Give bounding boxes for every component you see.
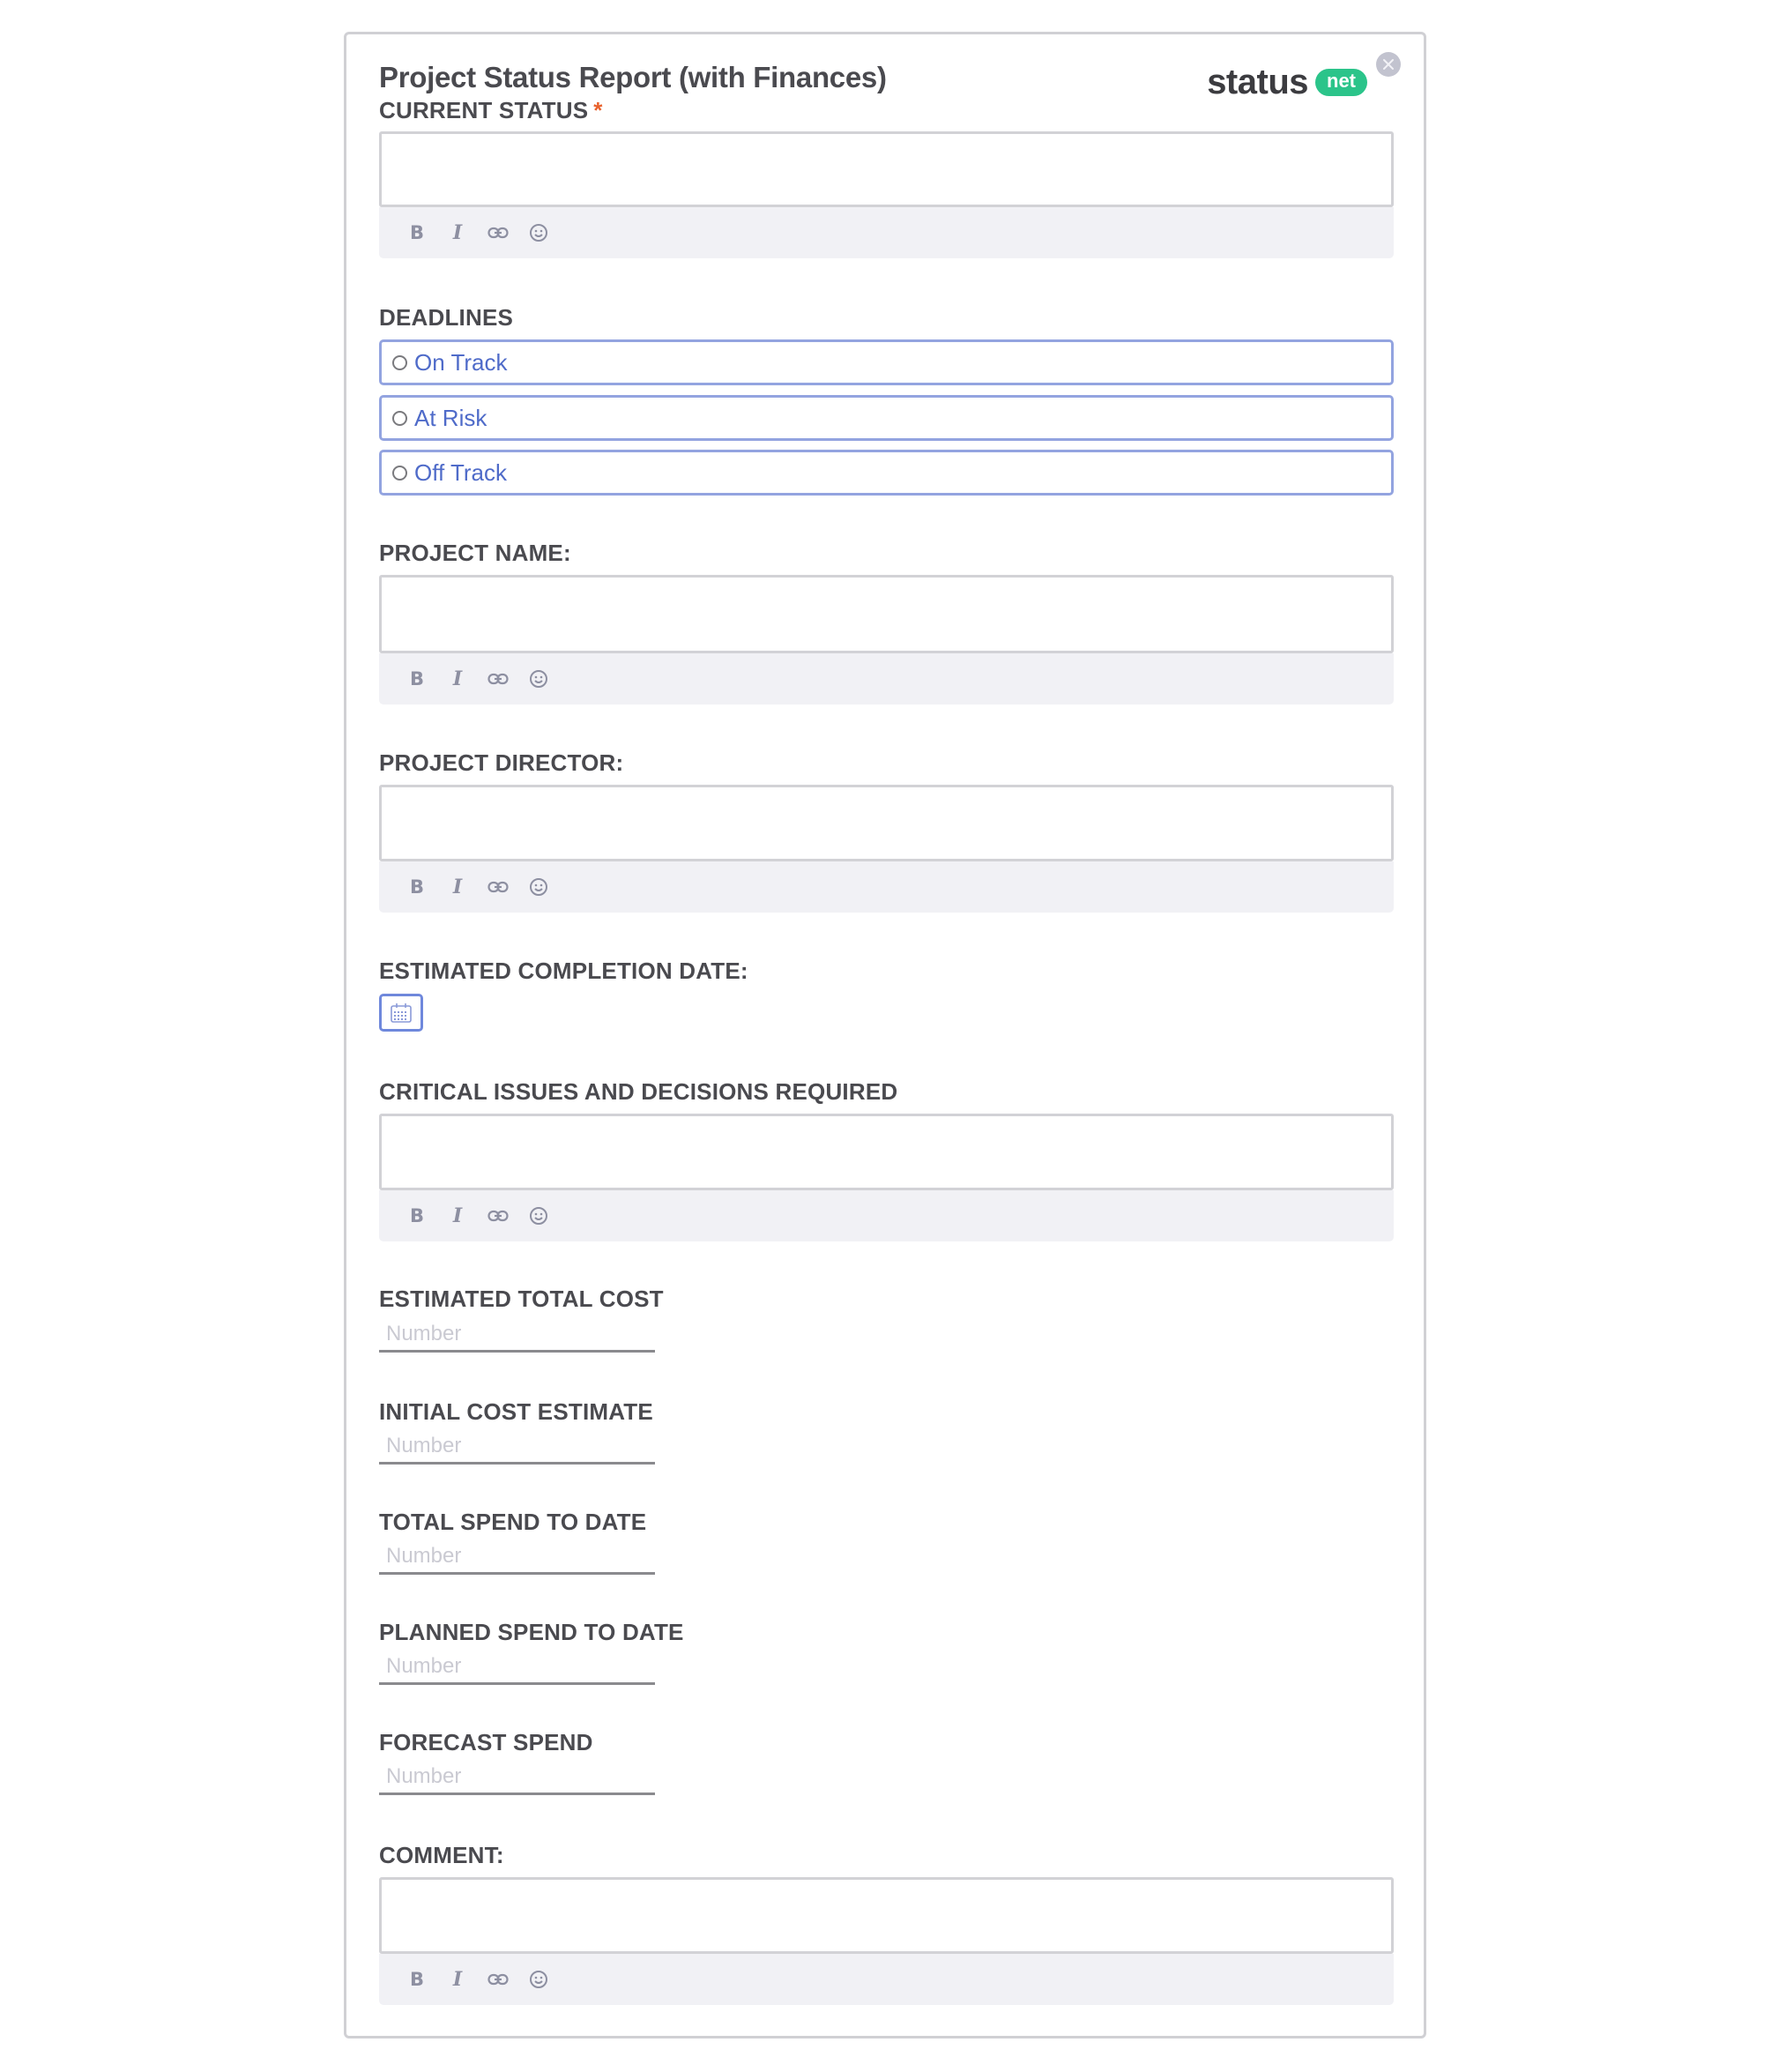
radio-label: At Risk	[414, 404, 487, 431]
link-icon	[487, 881, 509, 893]
radio-circle-icon	[392, 465, 407, 481]
brand-badge: net	[1315, 69, 1367, 96]
link-button[interactable]	[487, 221, 510, 244]
initial-cost-estimate-input[interactable]	[379, 1429, 655, 1465]
radio-circle-icon	[392, 410, 407, 426]
editor-toolbar: B I	[379, 207, 1394, 258]
form-card: Project Status Report (with Finances) st…	[344, 32, 1426, 2038]
total-spend-to-date-label: TOTAL SPEND TO DATE	[379, 1509, 647, 1535]
editor-toolbar: B I	[379, 1190, 1394, 1241]
comment-input[interactable]	[379, 1877, 1394, 1954]
bold-button[interactable]: B	[406, 667, 428, 690]
close-icon	[1383, 59, 1394, 70]
link-icon	[487, 1973, 509, 1986]
radio-on-track[interactable]: On Track	[379, 339, 1394, 385]
bold-button[interactable]: B	[406, 876, 428, 898]
comment-label: COMMENT:	[379, 1842, 504, 1868]
radio-at-risk[interactable]: At Risk	[379, 395, 1394, 441]
radio-circle-icon	[392, 354, 407, 370]
emoji-icon	[530, 1207, 547, 1225]
date-picker-button[interactable]	[379, 994, 423, 1032]
italic-button[interactable]: I	[446, 876, 469, 898]
editor-toolbar: B I	[379, 653, 1394, 704]
project-name-input[interactable]	[379, 575, 1394, 653]
close-button[interactable]	[1376, 52, 1401, 77]
italic-button[interactable]: I	[446, 1968, 469, 1991]
bold-button[interactable]: B	[406, 221, 428, 244]
critical-issues-input[interactable]	[379, 1114, 1394, 1190]
emoji-button[interactable]	[527, 1204, 550, 1227]
radio-label: On Track	[414, 348, 508, 376]
brand-logo: status net	[1207, 63, 1367, 102]
emoji-icon	[530, 224, 547, 242]
brand-word: status	[1207, 63, 1308, 101]
form-title: Project Status Report (with Finances)	[379, 61, 887, 93]
bold-button[interactable]: B	[406, 1204, 428, 1227]
emoji-icon	[530, 878, 547, 896]
radio-label: Off Track	[414, 458, 507, 486]
initial-cost-estimate-label: INITIAL COST ESTIMATE	[379, 1398, 653, 1425]
emoji-button[interactable]	[527, 1968, 550, 1991]
link-icon	[487, 227, 509, 239]
link-icon	[487, 673, 509, 685]
link-button[interactable]	[487, 1968, 510, 1991]
estimated-total-cost-input[interactable]	[379, 1317, 655, 1353]
editor-toolbar: B I	[379, 861, 1394, 913]
italic-button[interactable]: I	[446, 1204, 469, 1227]
current-status-label: CURRENT STATUS *	[379, 97, 603, 124]
project-name-label: PROJECT NAME:	[379, 540, 571, 566]
emoji-icon	[530, 1971, 547, 1988]
project-director-input[interactable]	[379, 785, 1394, 861]
required-marker: *	[593, 97, 603, 123]
emoji-icon	[530, 670, 547, 688]
deadlines-label: DEADLINES	[379, 304, 514, 331]
bold-button[interactable]: B	[406, 1968, 428, 1991]
critical-issues-editor: B I	[379, 1114, 1394, 1241]
emoji-button[interactable]	[527, 667, 550, 690]
project-director-editor: B I	[379, 785, 1394, 913]
link-button[interactable]	[487, 876, 510, 898]
forecast-spend-label: FORECAST SPEND	[379, 1729, 593, 1755]
planned-spend-to-date-input[interactable]	[379, 1650, 655, 1685]
link-button[interactable]	[487, 667, 510, 690]
italic-button[interactable]: I	[446, 221, 469, 244]
total-spend-to-date-input[interactable]	[379, 1539, 655, 1575]
link-button[interactable]	[487, 1204, 510, 1227]
emoji-button[interactable]	[527, 221, 550, 244]
critical-issues-label: CRITICAL ISSUES AND DECISIONS REQUIRED	[379, 1078, 898, 1105]
current-status-editor: B I	[379, 131, 1394, 258]
forecast-spend-input[interactable]	[379, 1760, 655, 1795]
completion-date-label: ESTIMATED COMPLETION DATE:	[379, 958, 748, 984]
current-status-input[interactable]	[379, 131, 1394, 207]
project-director-label: PROJECT DIRECTOR:	[379, 749, 624, 776]
comment-editor: B I	[379, 1877, 1394, 2005]
current-status-label-text: CURRENT STATUS	[379, 97, 589, 123]
planned-spend-to-date-label: PLANNED SPEND TO DATE	[379, 1619, 684, 1645]
link-icon	[487, 1210, 509, 1222]
project-name-editor: B I	[379, 575, 1394, 704]
italic-button[interactable]: I	[446, 667, 469, 690]
radio-off-track[interactable]: Off Track	[379, 450, 1394, 496]
editor-toolbar: B I	[379, 1954, 1394, 2005]
estimated-total-cost-label: ESTIMATED TOTAL COST	[379, 1286, 664, 1312]
calendar-icon	[391, 1002, 412, 1023]
emoji-button[interactable]	[527, 876, 550, 898]
